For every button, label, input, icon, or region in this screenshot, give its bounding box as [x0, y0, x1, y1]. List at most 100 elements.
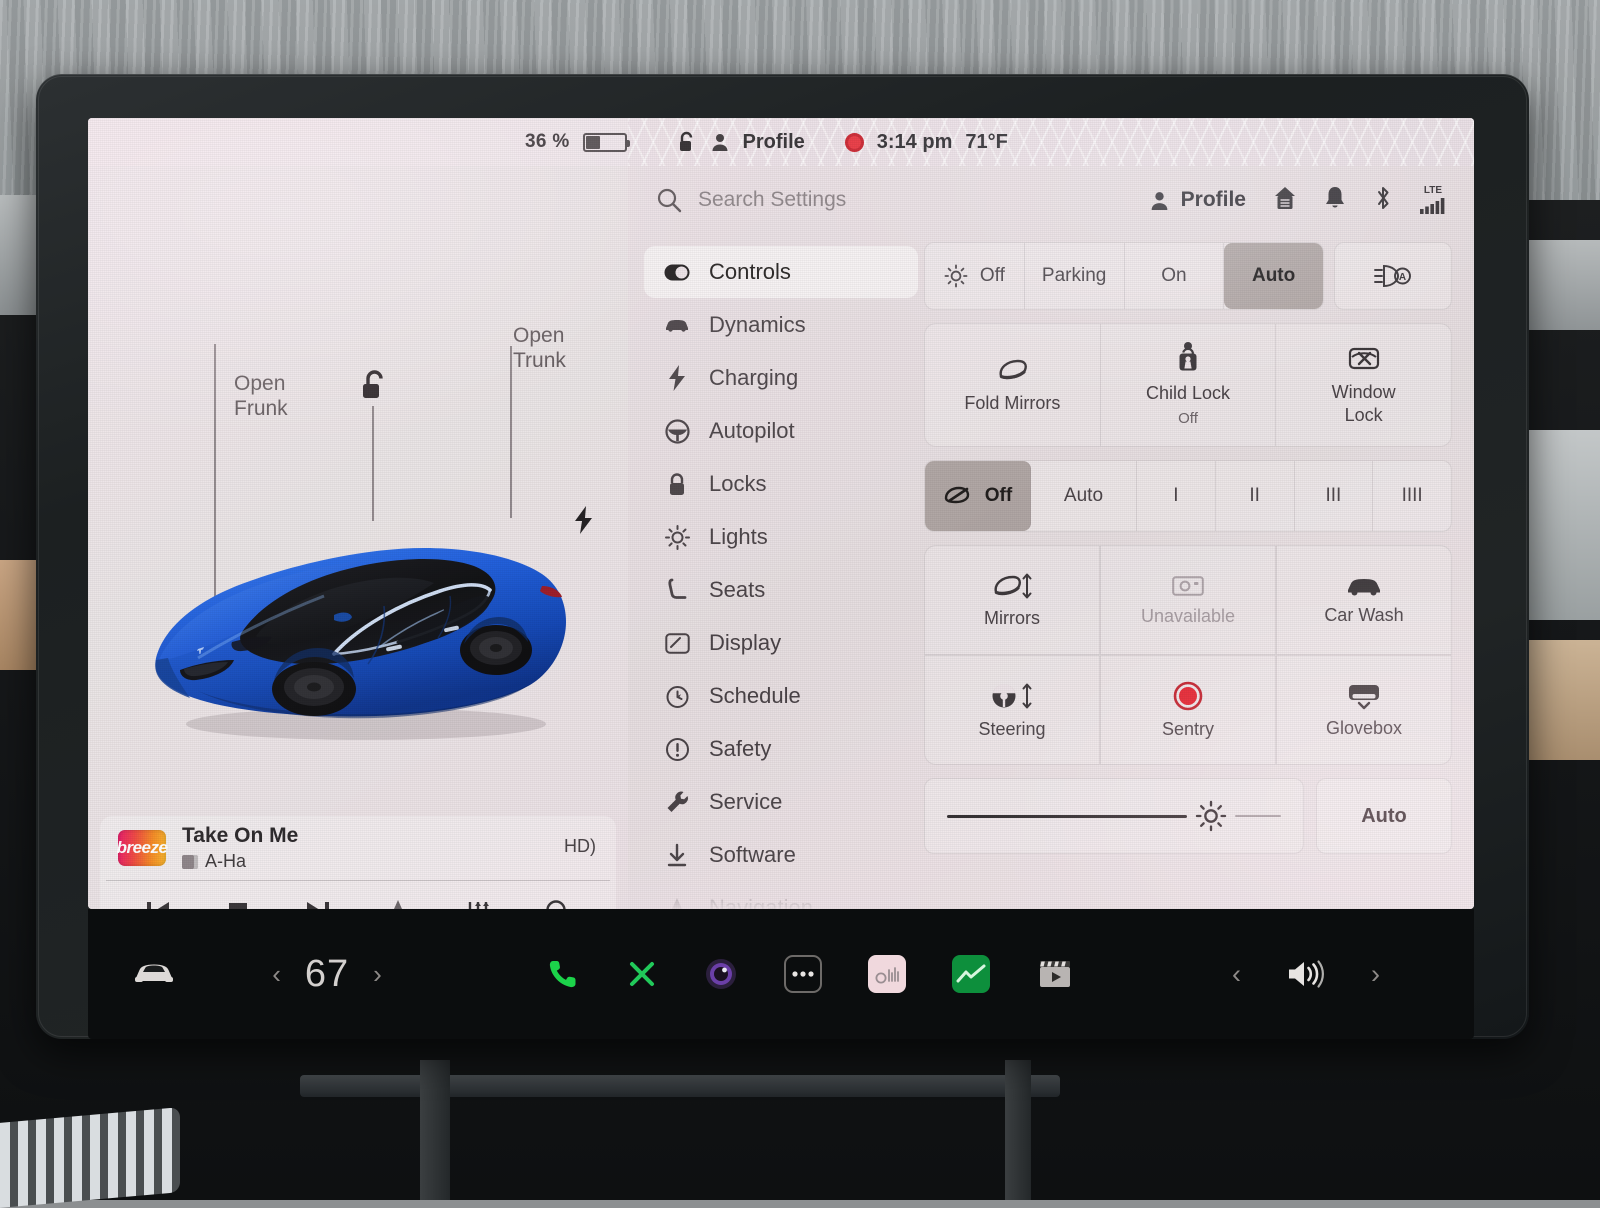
media-player[interactable]: breeze Take On Me A-Ha HD): [100, 816, 616, 909]
sidebar-item-locks[interactable]: Locks: [644, 458, 918, 510]
cellular-signal-icon: LTE: [1420, 186, 1446, 214]
equalizer-button[interactable]: [449, 888, 507, 909]
open-trunk-line1: Open: [513, 323, 633, 348]
radio-app-icon[interactable]: [868, 955, 906, 993]
album-art[interactable]: breeze: [118, 830, 166, 866]
wrench-icon: [664, 790, 690, 815]
headlight-auto-option[interactable]: Auto: [1224, 243, 1323, 309]
wiper-speed-segments[interactable]: Off Auto I II III IIII: [924, 460, 1452, 532]
sidebar-label: Dynamics: [709, 312, 806, 338]
sidebar-item-charging[interactable]: Charging: [644, 352, 918, 404]
open-frunk-label[interactable]: Open Frunk: [234, 371, 354, 421]
camera-icon: [1172, 574, 1204, 598]
profile-avatar-icon[interactable]: [710, 132, 730, 152]
console-leg-left: [420, 1060, 450, 1200]
more-apps-icon[interactable]: [784, 955, 822, 993]
track-artist: A-Ha: [205, 851, 246, 872]
next-track-button[interactable]: [289, 888, 347, 909]
car-icon: [664, 317, 690, 333]
camera-unavailable-tile: Unavailable: [1100, 545, 1276, 655]
search-settings-input[interactable]: Search Settings: [656, 187, 1149, 213]
bluetooth-icon[interactable]: [1373, 185, 1393, 216]
door-unlock-icon[interactable]: [360, 369, 390, 408]
media-search-button[interactable]: [529, 888, 587, 909]
home-icon[interactable]: [1273, 185, 1297, 216]
chevron-right-icon[interactable]: ›: [373, 959, 382, 990]
glovebox-tile[interactable]: Glovebox: [1276, 655, 1452, 765]
segment-label: On: [1161, 265, 1186, 287]
sidebar-item-controls[interactable]: Controls: [644, 246, 918, 298]
headlight-parking-option[interactable]: Parking: [1025, 243, 1125, 309]
sidebar-item-display[interactable]: Display: [644, 617, 918, 669]
sidebar-item-lights[interactable]: Lights: [644, 511, 918, 563]
bluetooth-app-icon[interactable]: [626, 958, 658, 990]
sidebar-item-service[interactable]: Service: [644, 776, 918, 828]
phone-app-icon[interactable]: [546, 957, 580, 991]
brightness-row: Auto: [924, 778, 1452, 854]
bottom-taskbar[interactable]: ‹ 67 ›: [88, 909, 1474, 1039]
controls-content: Off Parking On Auto: [918, 234, 1474, 909]
tesla-touchscreen[interactable]: 36 % Profile 3:14 pm 71°F: [88, 118, 1474, 909]
unlock-icon[interactable]: [677, 130, 697, 154]
media-now-playing: breeze Take On Me A-Ha HD): [100, 816, 616, 880]
wiper-speed-1-option[interactable]: I: [1137, 461, 1216, 531]
wiper-off-option[interactable]: Off: [925, 461, 1031, 531]
chevron-right-icon[interactable]: ›: [1371, 959, 1380, 990]
headlight-mode-segments[interactable]: Off Parking On Auto: [924, 242, 1324, 310]
open-trunk-line2: Trunk: [513, 348, 633, 373]
tile-label: Steering: [978, 719, 1045, 740]
battery-icon: [583, 133, 627, 152]
sidebar-label: Lights: [709, 524, 768, 550]
chevron-left-icon[interactable]: ‹: [1232, 959, 1241, 990]
wiper-speed-2-option[interactable]: II: [1216, 461, 1295, 531]
open-trunk-label[interactable]: Open Trunk: [513, 323, 633, 373]
sidebar-item-safety[interactable]: Safety: [644, 723, 918, 775]
sidebar-item-dynamics[interactable]: Dynamics: [644, 299, 918, 351]
volume-icon[interactable]: [1285, 958, 1327, 990]
headlight-on-option[interactable]: On: [1125, 243, 1225, 309]
wiper-speed-4-option[interactable]: IIII: [1373, 461, 1451, 531]
energy-app-icon[interactable]: [952, 955, 990, 993]
mirror-icon: [993, 357, 1031, 383]
theater-app-icon[interactable]: [1036, 955, 1074, 993]
stop-button[interactable]: [209, 888, 267, 909]
lock-icon: [664, 472, 690, 497]
sidebar-item-autopilot[interactable]: Autopilot: [644, 405, 918, 457]
brightness-icon[interactable]: [1195, 800, 1227, 832]
climate-temperature-control[interactable]: ‹ 67 ›: [220, 953, 434, 996]
window-lock-icon: [1348, 344, 1380, 372]
previous-track-button[interactable]: [129, 888, 187, 909]
sidebar-item-schedule[interactable]: Schedule: [644, 670, 918, 722]
settings-top-bar: Search Settings Profile: [628, 166, 1474, 234]
brightness-slider[interactable]: [924, 778, 1304, 854]
camera-app-icon[interactable]: [704, 957, 738, 991]
open-frunk-line2: Frunk: [234, 396, 354, 421]
brightness-auto-button[interactable]: Auto: [1316, 778, 1452, 854]
settings-profile-button[interactable]: Profile: [1149, 188, 1246, 212]
auto-highbeam-button[interactable]: A: [1334, 242, 1452, 310]
sentry-mode-tile[interactable]: Sentry: [1100, 655, 1276, 765]
headlight-off-option[interactable]: Off: [925, 243, 1025, 309]
favorite-button[interactable]: [369, 888, 427, 909]
mirrors-tile[interactable]: Mirrors: [924, 545, 1100, 655]
settings-sidebar[interactable]: Controls Dynamics: [628, 234, 918, 909]
chevron-left-icon[interactable]: ‹: [272, 959, 281, 990]
sentry-record-icon[interactable]: [845, 133, 864, 152]
fold-mirrors-tile[interactable]: Fold Mirrors: [925, 324, 1101, 446]
bell-icon[interactable]: [1324, 185, 1346, 215]
profile-label[interactable]: Profile: [743, 131, 805, 154]
sidebar-item-software[interactable]: Software: [644, 829, 918, 881]
tile-label: Fold Mirrors: [964, 392, 1060, 414]
child-lock-tile[interactable]: Child Lock Off: [1101, 324, 1277, 446]
steering-adjust-tile[interactable]: Steering: [924, 655, 1100, 765]
tile-label: Window: [1332, 381, 1396, 403]
wiper-speed-3-option[interactable]: III: [1295, 461, 1374, 531]
headlight-row: Off Parking On Auto: [924, 242, 1452, 310]
car-wash-tile[interactable]: Car Wash: [1276, 545, 1452, 655]
sidebar-item-seats[interactable]: Seats: [644, 564, 918, 616]
wiper-auto-option[interactable]: Auto: [1031, 461, 1137, 531]
car-front-icon[interactable]: [88, 961, 220, 987]
segment-label: Off: [985, 485, 1012, 507]
car-image-model3[interactable]: [138, 486, 578, 746]
window-lock-tile[interactable]: Window Lock: [1276, 324, 1451, 446]
